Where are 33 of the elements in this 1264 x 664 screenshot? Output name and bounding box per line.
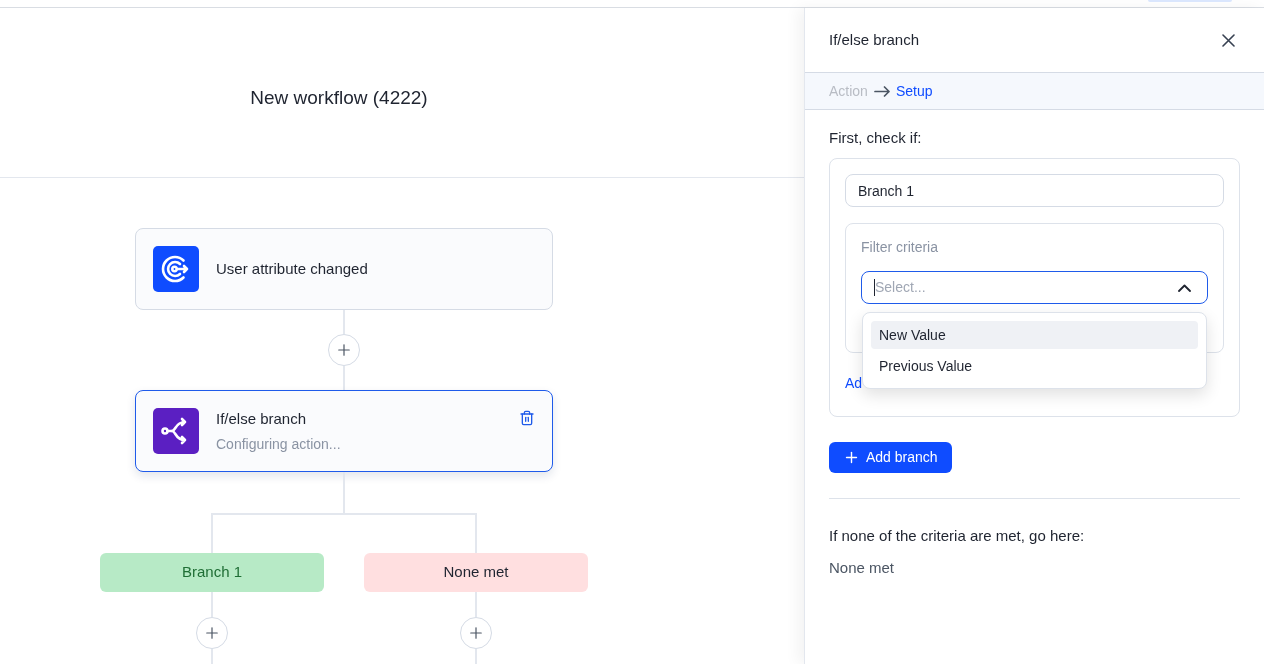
dropdown-option[interactable]: Previous Value xyxy=(871,352,1198,380)
add-step-button[interactable] xyxy=(196,617,228,649)
branch-label[interactable]: None met xyxy=(364,553,588,592)
node-title: User attribute changed xyxy=(216,259,368,279)
close-button[interactable] xyxy=(1220,31,1237,49)
workflow-node[interactable]: If/else branch Configuring action... xyxy=(135,390,553,472)
panel-title: If/else branch xyxy=(829,30,920,50)
section-label: First, check if: xyxy=(829,128,923,148)
plus-icon xyxy=(335,341,353,359)
field-label: Filter criteria xyxy=(861,239,939,255)
chevron-up-icon xyxy=(1178,283,1191,292)
delete-button[interactable] xyxy=(519,410,535,426)
node-title: If/else branch xyxy=(216,408,308,429)
arrow-right-icon xyxy=(873,85,890,97)
plus-icon xyxy=(843,449,860,466)
add-step-button[interactable] xyxy=(460,617,492,649)
close-icon xyxy=(1222,33,1235,47)
trash-icon xyxy=(519,410,535,426)
section-label: If none of the criteria are met, go here: xyxy=(829,526,1086,546)
text-cursor xyxy=(874,279,875,296)
branch-label[interactable]: Branch 1 xyxy=(100,553,324,592)
plus-icon xyxy=(467,624,485,642)
add-criteria-link[interactable]: Ad xyxy=(845,375,863,391)
branch-name-field[interactable]: Branch 1 xyxy=(845,174,1224,207)
workflow-title: New workflow (4222) xyxy=(250,85,428,110)
dropdown-option[interactable]: New Value xyxy=(871,321,1198,349)
fallback-value: None met xyxy=(829,558,896,578)
workflow-node[interactable]: User attribute changed xyxy=(135,228,553,310)
add-step-button[interactable] xyxy=(328,334,360,366)
add-branch-button[interactable]: Add branch xyxy=(829,442,952,473)
node-status: Configuring action... xyxy=(216,434,341,454)
breadcrumb-step[interactable]: Setup xyxy=(895,80,933,102)
plus-icon xyxy=(203,624,221,642)
